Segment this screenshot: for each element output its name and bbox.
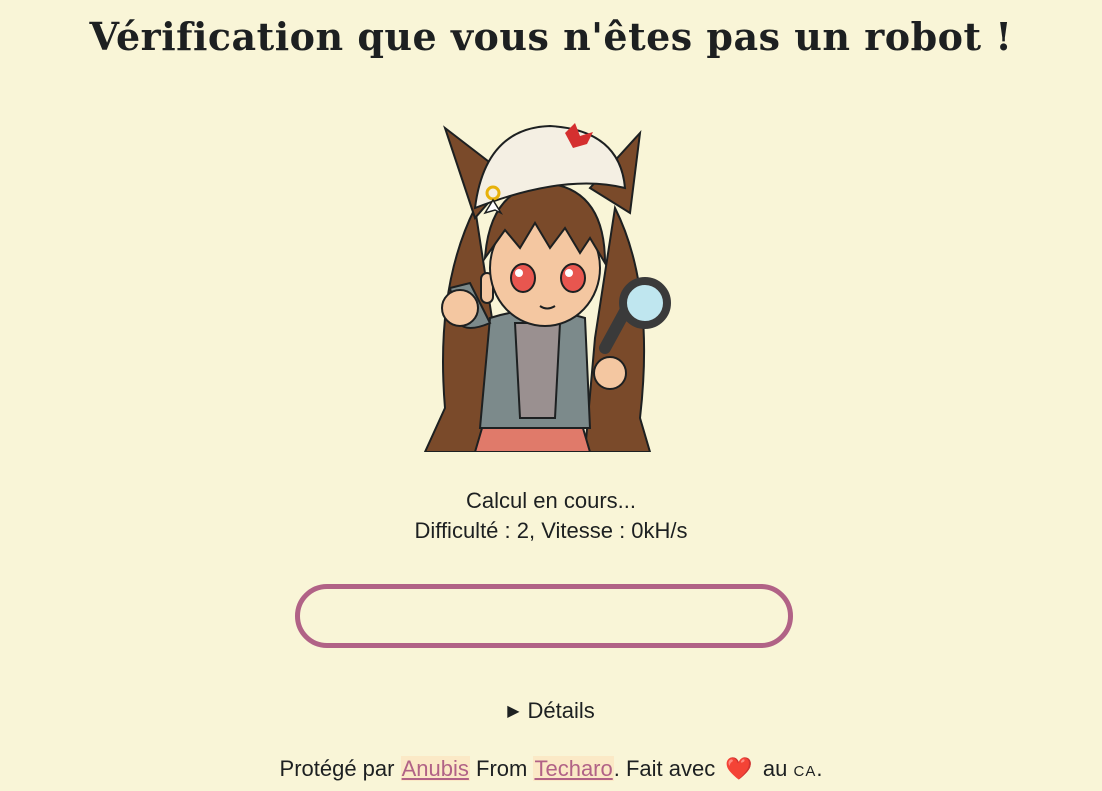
country-code: CA [793, 763, 817, 780]
mascot-image [423, 123, 671, 452]
status-line-difficulty: Difficulté : 2, Vitesse : 0kH/s [414, 518, 688, 543]
status-text: Calcul en cours... Difficulté : 2, Vites… [0, 486, 1102, 546]
footer-middle: From [476, 756, 528, 781]
anubis-link[interactable]: Anubis [400, 756, 470, 781]
footer-prefix: Protégé par [279, 756, 395, 781]
details-label: Détails [527, 698, 595, 723]
footer-end: . [816, 756, 823, 781]
status-line-computing: Calcul en cours... [466, 488, 636, 513]
footer: Protégé par Anubis From Techaro. Fait av… [0, 756, 1102, 782]
triangle-right-icon: ▶ [507, 703, 520, 720]
progress-bar [295, 584, 793, 648]
details-toggle[interactable]: ▶ Détails [0, 698, 1102, 724]
page-title: Vérification que vous n'êtes pas un robo… [89, 14, 1013, 59]
techaro-link[interactable]: Techaro [533, 756, 614, 781]
heart-icon: ❤️ [725, 756, 753, 781]
footer-suffix: . Fait avec [613, 756, 716, 781]
footer-au: au [762, 756, 788, 781]
